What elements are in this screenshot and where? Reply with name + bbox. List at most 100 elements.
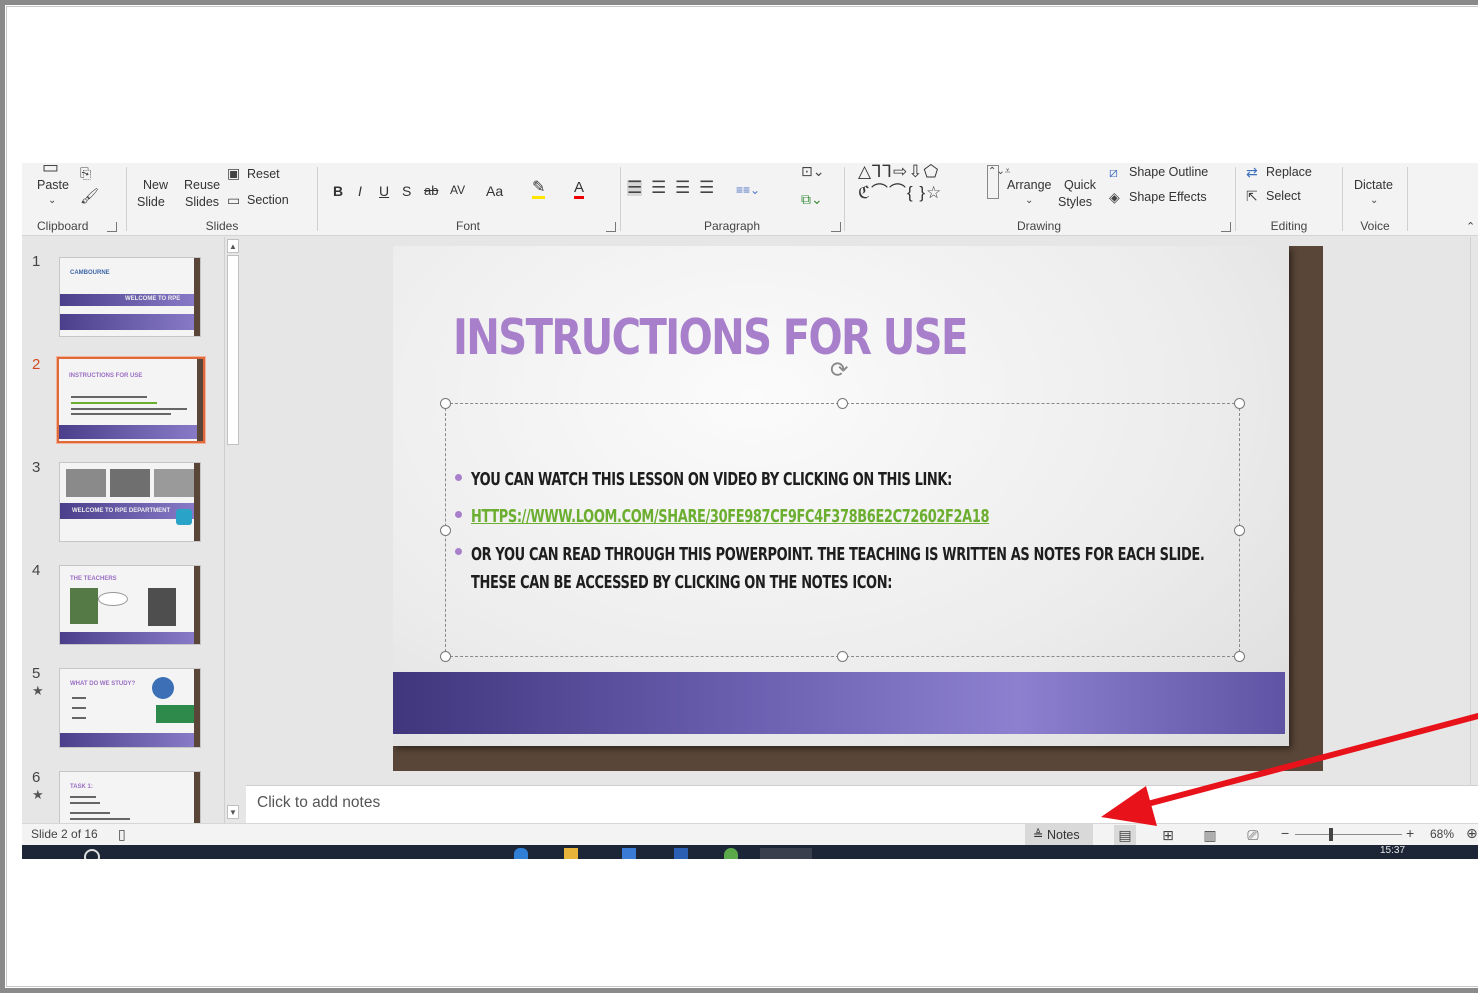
paragraph-launcher-icon[interactable] <box>831 222 841 232</box>
bullet-dot <box>455 548 462 555</box>
font-launcher-icon[interactable] <box>606 222 616 232</box>
underline-button[interactable]: U <box>379 183 389 199</box>
reading-view-icon[interactable]: ▥ <box>1199 825 1221 845</box>
shapes-gallery-row1[interactable]: △⅂⅂⇨⇩⬠ <box>858 163 939 182</box>
chevron-down-icon[interactable]: ⌄ <box>1025 193 1033 209</box>
section-button[interactable]: Section <box>247 192 289 208</box>
slide-title[interactable]: INSTRUCTIONS FOR USE <box>453 309 968 366</box>
align-right-icon[interactable]: ☰ <box>675 179 690 196</box>
thumbnail-scrollbar[interactable]: ▲ ▼ <box>224 237 240 823</box>
resize-handle[interactable] <box>1234 398 1245 409</box>
bullet-text-3-continued[interactable]: THESE CAN BE ACCESSED BY CLICKING ON THE… <box>471 569 892 597</box>
slideshow-icon[interactable]: ⎚ <box>1242 825 1264 845</box>
loom-video-link[interactable]: HTTPS://WWW.LOOM.COM/SHARE/30FE987CF9FC4… <box>471 503 990 531</box>
content-textbox[interactable]: YOU CAN WATCH THIS LESSON ON VIDEO BY CL… <box>440 398 1245 662</box>
word-icon[interactable] <box>674 848 688 859</box>
replace-button[interactable]: Replace <box>1266 164 1312 180</box>
slide-sorter-icon[interactable]: ⊞ <box>1157 825 1179 845</box>
shape-outline-button[interactable]: Shape Outline <box>1129 164 1208 180</box>
shape-effects-button[interactable]: Shape Effects <box>1129 189 1207 205</box>
store-icon[interactable] <box>622 848 636 859</box>
resize-handle[interactable] <box>440 525 451 536</box>
bullet-text-3[interactable]: OR YOU CAN READ THROUGH THIS POWERPOINT.… <box>471 541 1205 569</box>
smartart-icon[interactable]: ⧉⌄ <box>801 191 823 207</box>
slide-thumbnail-6[interactable]: TASK 1: <box>59 771 201 823</box>
zoom-in-button[interactable]: + <box>1406 825 1414 841</box>
text-direction-icon[interactable]: ⊡⌄ <box>801 163 824 179</box>
justify-icon[interactable]: ☰ <box>699 179 714 196</box>
zoom-slider-thumb[interactable] <box>1329 828 1333 841</box>
powerpoint-icon[interactable] <box>760 848 812 859</box>
scrollbar-thumb[interactable] <box>227 255 239 445</box>
slide-thumbnail-panel: 1 CAMBOURNE WELCOME TO RPE 2 INSTRUCTION… <box>22 237 246 823</box>
spell-check-icon[interactable]: ▯ <box>118 826 126 843</box>
italic-button[interactable]: I <box>358 183 362 199</box>
clipboard-launcher-icon[interactable] <box>107 222 117 232</box>
change-case-button[interactable]: Aa <box>486 183 503 199</box>
zoom-slider[interactable] <box>1295 834 1402 835</box>
search-icon[interactable] <box>84 849 100 859</box>
shapes-gallery-row2[interactable]: ℭ⌒⌒{ }☆ <box>858 183 942 203</box>
current-slide[interactable]: INSTRUCTIONS FOR USE ⟳ YOU CAN WATCH THI… <box>393 246 1323 771</box>
chevron-down-icon[interactable]: ⌄ <box>1370 193 1378 209</box>
copy-icon[interactable]: ⎘ <box>80 165 91 181</box>
slide-thumbnail-4[interactable]: THE TEACHERS <box>59 565 201 645</box>
voice-label: Voice <box>1360 219 1390 233</box>
new-slide-dropdown[interactable]: Slide <box>137 194 165 210</box>
highlight-icon[interactable]: ✎ <box>532 180 546 199</box>
paste-icon[interactable]: ▭ <box>42 163 59 176</box>
thumbnail-number: 1 <box>32 253 41 270</box>
paste-button[interactable]: Paste <box>37 177 69 193</box>
thumbnail-title: WELCOME TO RPE <box>125 296 181 302</box>
notes-button[interactable]: ≜ Notes <box>1025 824 1093 846</box>
columns-icon[interactable]: ≡≡⌄ <box>736 182 760 198</box>
align-left-icon[interactable]: ☰ <box>627 179 643 196</box>
notes-placeholder[interactable]: Click to add notes <box>257 794 380 812</box>
collapse-ribbon-icon[interactable]: ⌃ <box>1466 219 1475 235</box>
section-icon: ▭ <box>227 192 241 208</box>
drawing-launcher-icon[interactable] <box>1221 222 1231 232</box>
scroll-up-icon[interactable]: ▲ <box>227 239 239 253</box>
chevron-down-icon[interactable]: ⌄ <box>48 193 56 209</box>
arrange-button[interactable]: Arrange <box>1007 177 1051 193</box>
quick-styles-button[interactable]: Quick <box>1064 177 1096 193</box>
notes-pane[interactable]: Click to add notes <box>246 785 1478 823</box>
zoom-level[interactable]: 68% <box>1430 827 1454 841</box>
chrome-icon[interactable] <box>724 848 738 859</box>
resize-handle[interactable] <box>1234 525 1245 536</box>
thumbnail-number: 5 <box>32 665 41 682</box>
resize-handle[interactable] <box>440 398 451 409</box>
canvas-scrollbar[interactable] <box>1470 237 1478 785</box>
new-slide-button[interactable]: New <box>143 177 168 193</box>
dictate-button[interactable]: Dictate <box>1354 177 1393 193</box>
fit-to-window-icon[interactable]: ⊕ <box>1466 825 1478 842</box>
resize-handle[interactable] <box>837 651 848 662</box>
slide-thumbnail-5[interactable]: WHAT DO WE STUDY? <box>59 668 201 748</box>
animation-star-icon: ★ <box>32 787 44 802</box>
status-bar: Slide 2 of 16 ▯ ≜ Notes ▤ ⊞ ▥ ⎚ − + 68% … <box>22 823 1478 846</box>
slide-thumbnail-3[interactable]: WELCOME TO RPE DEPARTMENT <box>59 462 201 542</box>
select-button[interactable]: Select <box>1266 188 1301 204</box>
resize-handle[interactable] <box>1234 651 1245 662</box>
resize-handle[interactable] <box>440 651 451 662</box>
normal-view-icon[interactable]: ▤ <box>1114 825 1136 845</box>
strikethrough-button[interactable]: ab <box>424 183 438 199</box>
zoom-out-button[interactable]: − <box>1281 825 1289 841</box>
rotate-handle-icon[interactable]: ⟳ <box>830 357 848 383</box>
gallery-scroll-icon[interactable]: ⌃⌄⩡ <box>987 165 1010 199</box>
shadow-button[interactable]: S <box>402 183 411 199</box>
align-center-icon[interactable]: ☰ <box>651 179 666 196</box>
reset-button[interactable]: Reset <box>247 166 280 182</box>
scroll-down-icon[interactable]: ▼ <box>227 805 239 819</box>
slide-thumbnail-2[interactable]: INSTRUCTIONS FOR USE <box>56 356 206 444</box>
edge-icon[interactable] <box>514 848 528 859</box>
resize-handle[interactable] <box>837 398 848 409</box>
bold-button[interactable]: B <box>333 183 343 199</box>
file-explorer-icon[interactable] <box>564 848 578 859</box>
slide-thumbnail-1[interactable]: CAMBOURNE WELCOME TO RPE <box>59 257 201 337</box>
reuse-slides-button[interactable]: Reuse <box>184 177 220 193</box>
format-painter-icon[interactable]: 🖌 <box>80 189 99 205</box>
bullet-text-1[interactable]: YOU CAN WATCH THIS LESSON ON VIDEO BY CL… <box>471 466 952 494</box>
font-color-button[interactable]: A <box>574 180 585 199</box>
character-spacing-button[interactable]: AV <box>450 182 465 198</box>
